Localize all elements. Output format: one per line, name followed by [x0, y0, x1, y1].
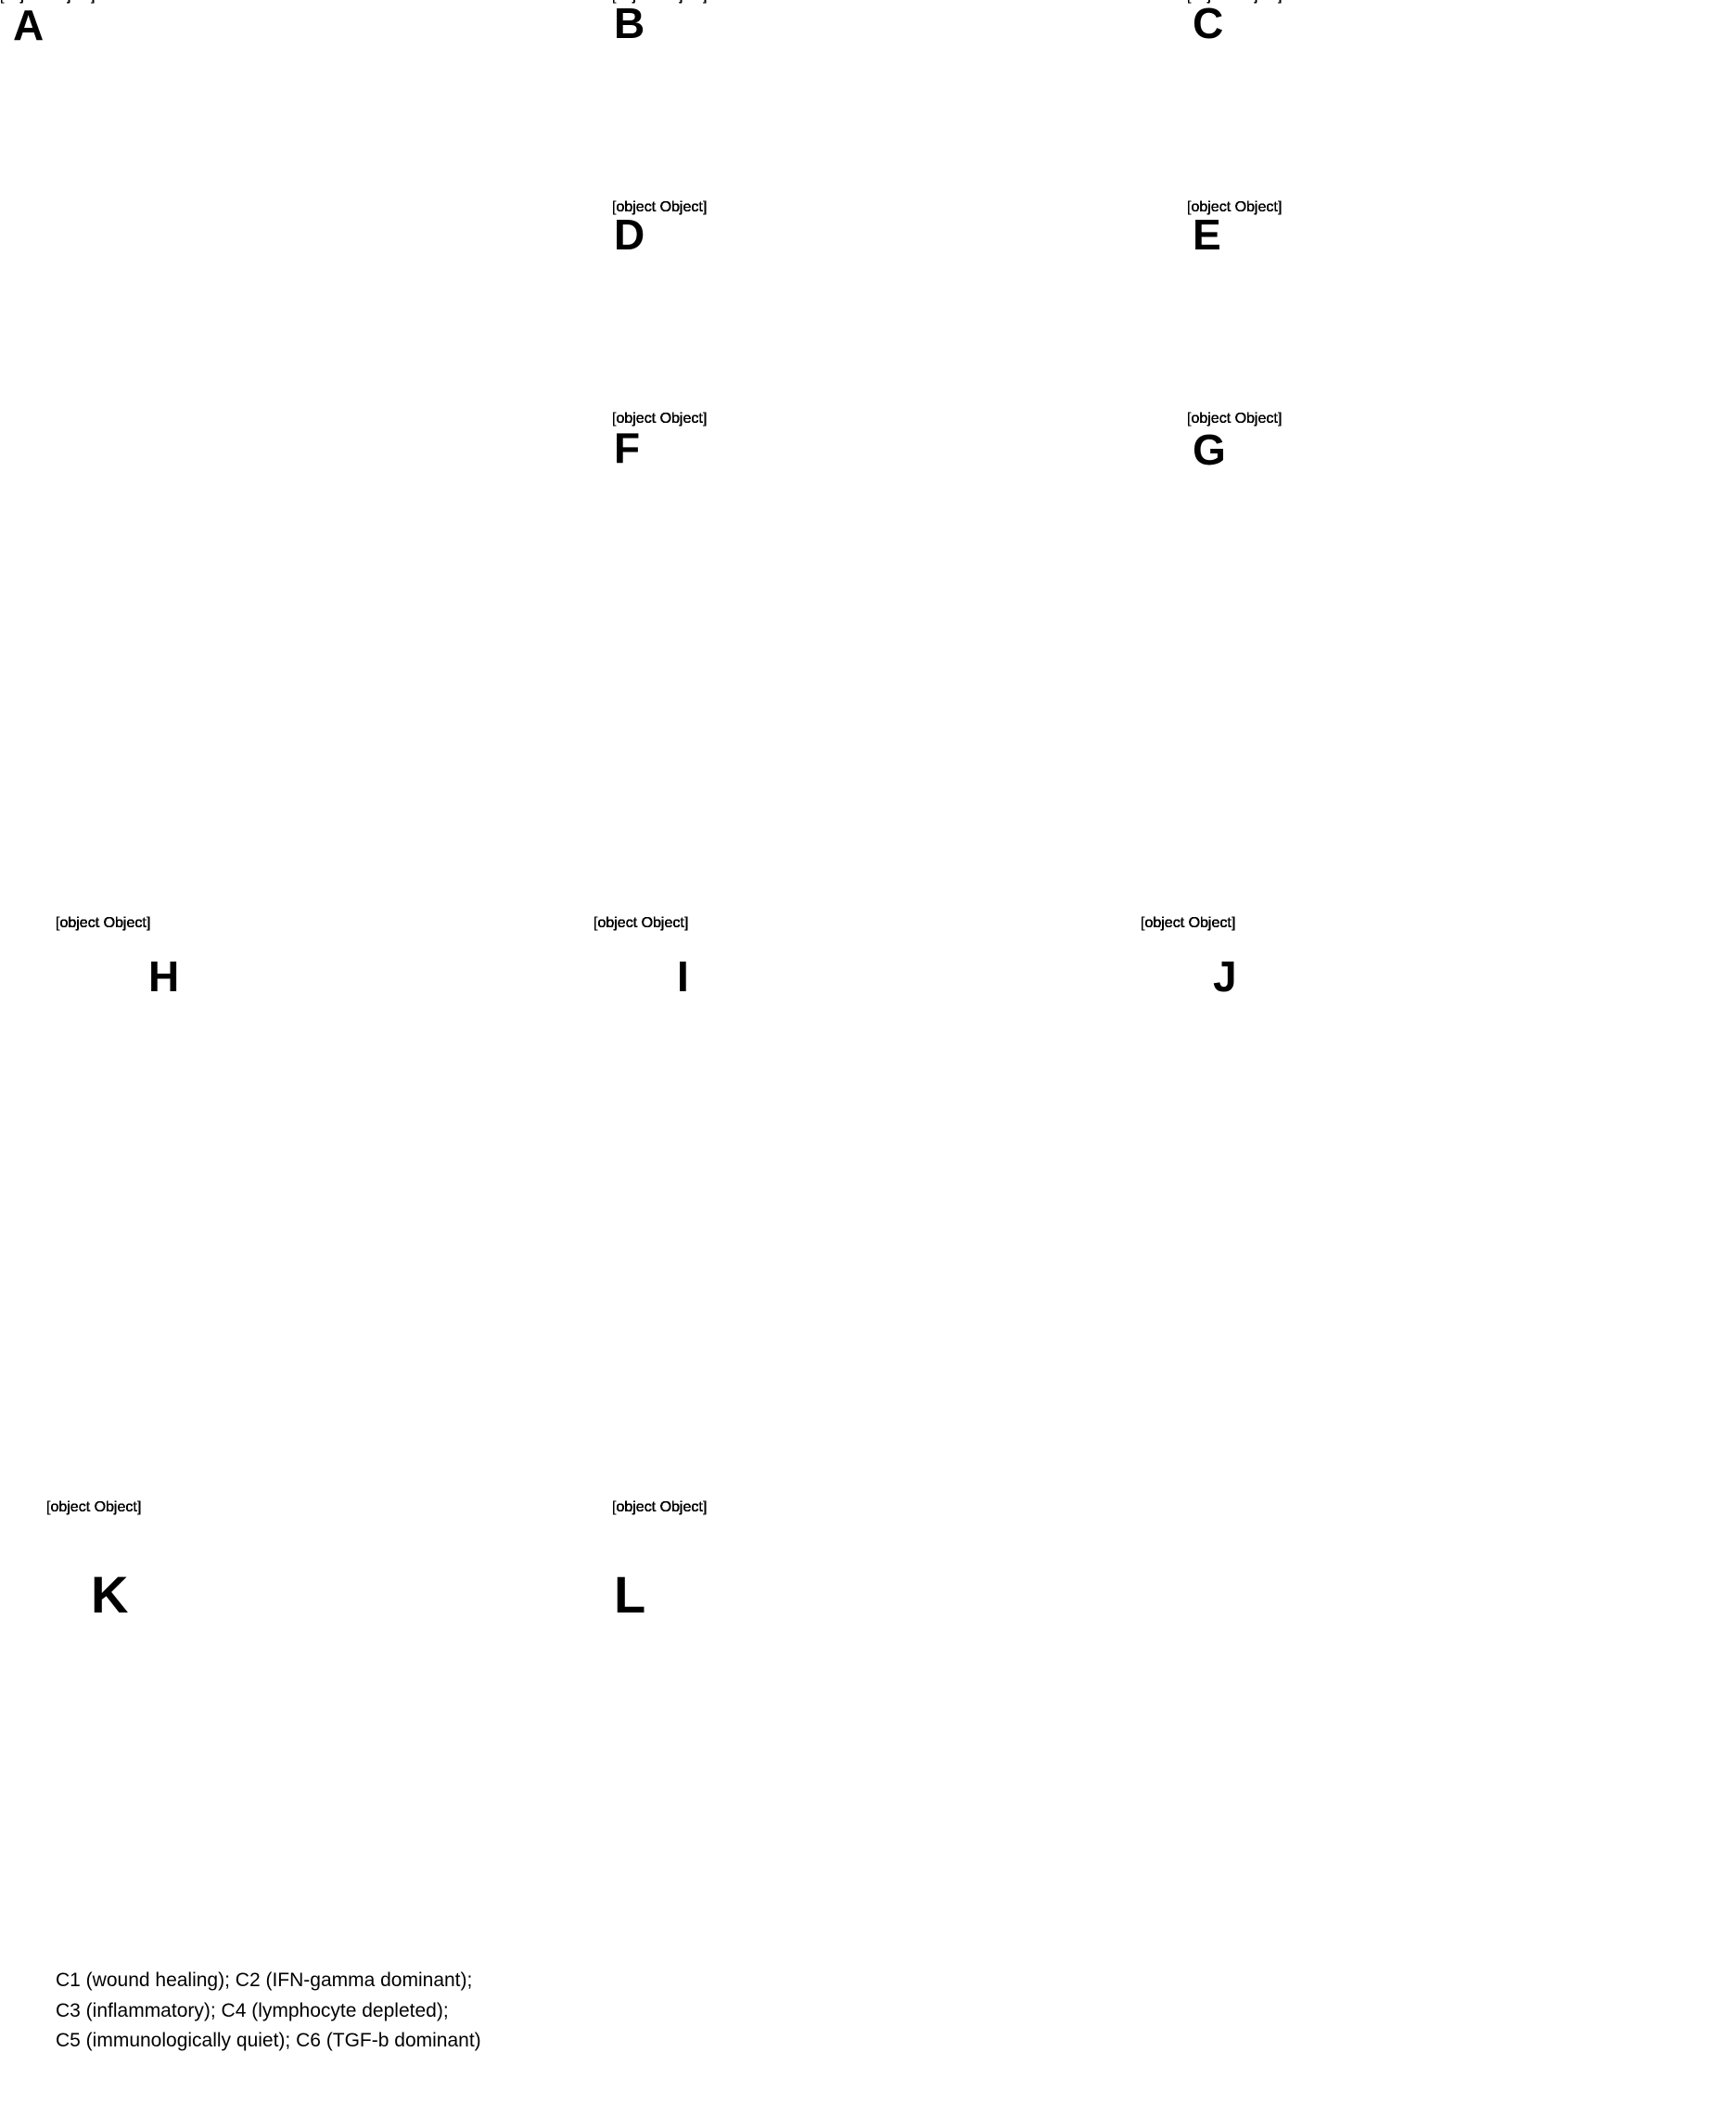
panel-g-svg: [object Object][object Object][object Ob…: [1187, 411, 1282, 427]
panel-a-svg: [object Object][object Object][object Ob…: [0, 0, 95, 4]
svg-text:[object Object]: [object Object]: [56, 915, 150, 931]
panel-label-l: L: [614, 1565, 646, 1624]
svg-text:[object Object]: [object Object]: [612, 1499, 707, 1515]
panel-h-svg: [object Object][object Object][object Ob…: [56, 915, 150, 931]
svg-text:[object Object]: [object Object]: [1141, 915, 1235, 931]
panel-l-svg: [object Object][object Object][object Ob…: [612, 1499, 707, 1515]
panel-i-radar-checkpoints: I [object Object] [object Object] [object …: [594, 915, 1113, 1447]
panel-h-radar-chemokines: H [object Object] [object Object] [object …: [56, 915, 575, 1447]
panel-d-scatter: D [object Object] [object Object] [object …: [612, 199, 1187, 423]
panel-label-b: B: [614, 0, 645, 47]
panel-e-survival: E [object Object] [object Object] [object …: [1187, 199, 1736, 423]
panel-i-svg: [object Object][object Object][object Ob…: [594, 915, 688, 931]
panel-f-scatter: F [object Object] [object Object] [object …: [612, 411, 1187, 644]
panel-k-violin: K [object Object] [object Object] [object …: [46, 1499, 621, 1957]
panel-f-svg: [object Object][object Object][object Ob…: [612, 411, 707, 427]
panel-label-j: J: [1213, 952, 1237, 1001]
subtype-caption-line2: C3 (inflammatory); C4 (lymphocyte deplet…: [56, 1999, 449, 2021]
panel-k-svg: [object Object][object Object][object Ob…: [46, 1499, 141, 1515]
panel-label-e: E: [1193, 210, 1221, 259]
panel-l-boxplot: L [object Object] [object Object] [object …: [612, 1499, 1736, 1957]
panel-e-svg: [object Object][object Object][object Ob…: [1187, 199, 1282, 215]
panel-label-c: C: [1193, 0, 1224, 47]
panel-a-immune-correlation: A [object Object][object Object][object …: [0, 0, 612, 612]
svg-text:[object Object]: [object Object]: [1187, 411, 1282, 427]
panel-k-caption: C1 (wound healing); C2 (IFN-gamma domina…: [56, 1966, 649, 2096]
subtype-caption-line1: C1 (wound healing); C2 (IFN-gamma domina…: [56, 1969, 473, 1991]
svg-text:[object Object]: [object Object]: [46, 1499, 141, 1515]
panel-label-i: I: [677, 952, 689, 1001]
svg-text:[object Object]: [object Object]: [594, 915, 688, 931]
panel-g-survival: G [object Object] [object Object] [object …: [1187, 411, 1736, 644]
panel-label-f: F: [614, 424, 641, 472]
panel-j-radar-immunostimulators: J [object Object] [object Object] [object …: [1141, 915, 1697, 1447]
panel-d-svg: [object Object][object Object][object Ob…: [612, 199, 707, 215]
panel-label-k: K: [91, 1565, 129, 1624]
panel-label-g: G: [1193, 426, 1226, 474]
panel-label-a: A: [13, 1, 45, 49]
subtype-caption-line3: C5 (immunologically quiet); C6 (TGF-b do…: [56, 2030, 481, 2052]
panel-c-survival: C [object Object][object Object][object …: [1187, 0, 1736, 211]
panel-label-d: D: [614, 210, 645, 259]
panel-c-svg: [object Object][object Object][object Ob…: [1187, 0, 1282, 4]
panel-b-svg: [object Object][object Object][object Ob…: [612, 0, 707, 4]
panel-label-h: H: [148, 952, 180, 1001]
panel-b-scatter: B [object Object][object Object][object …: [612, 0, 1187, 211]
panel-j-svg: [object Object][object Object][object Ob…: [1141, 915, 1235, 931]
